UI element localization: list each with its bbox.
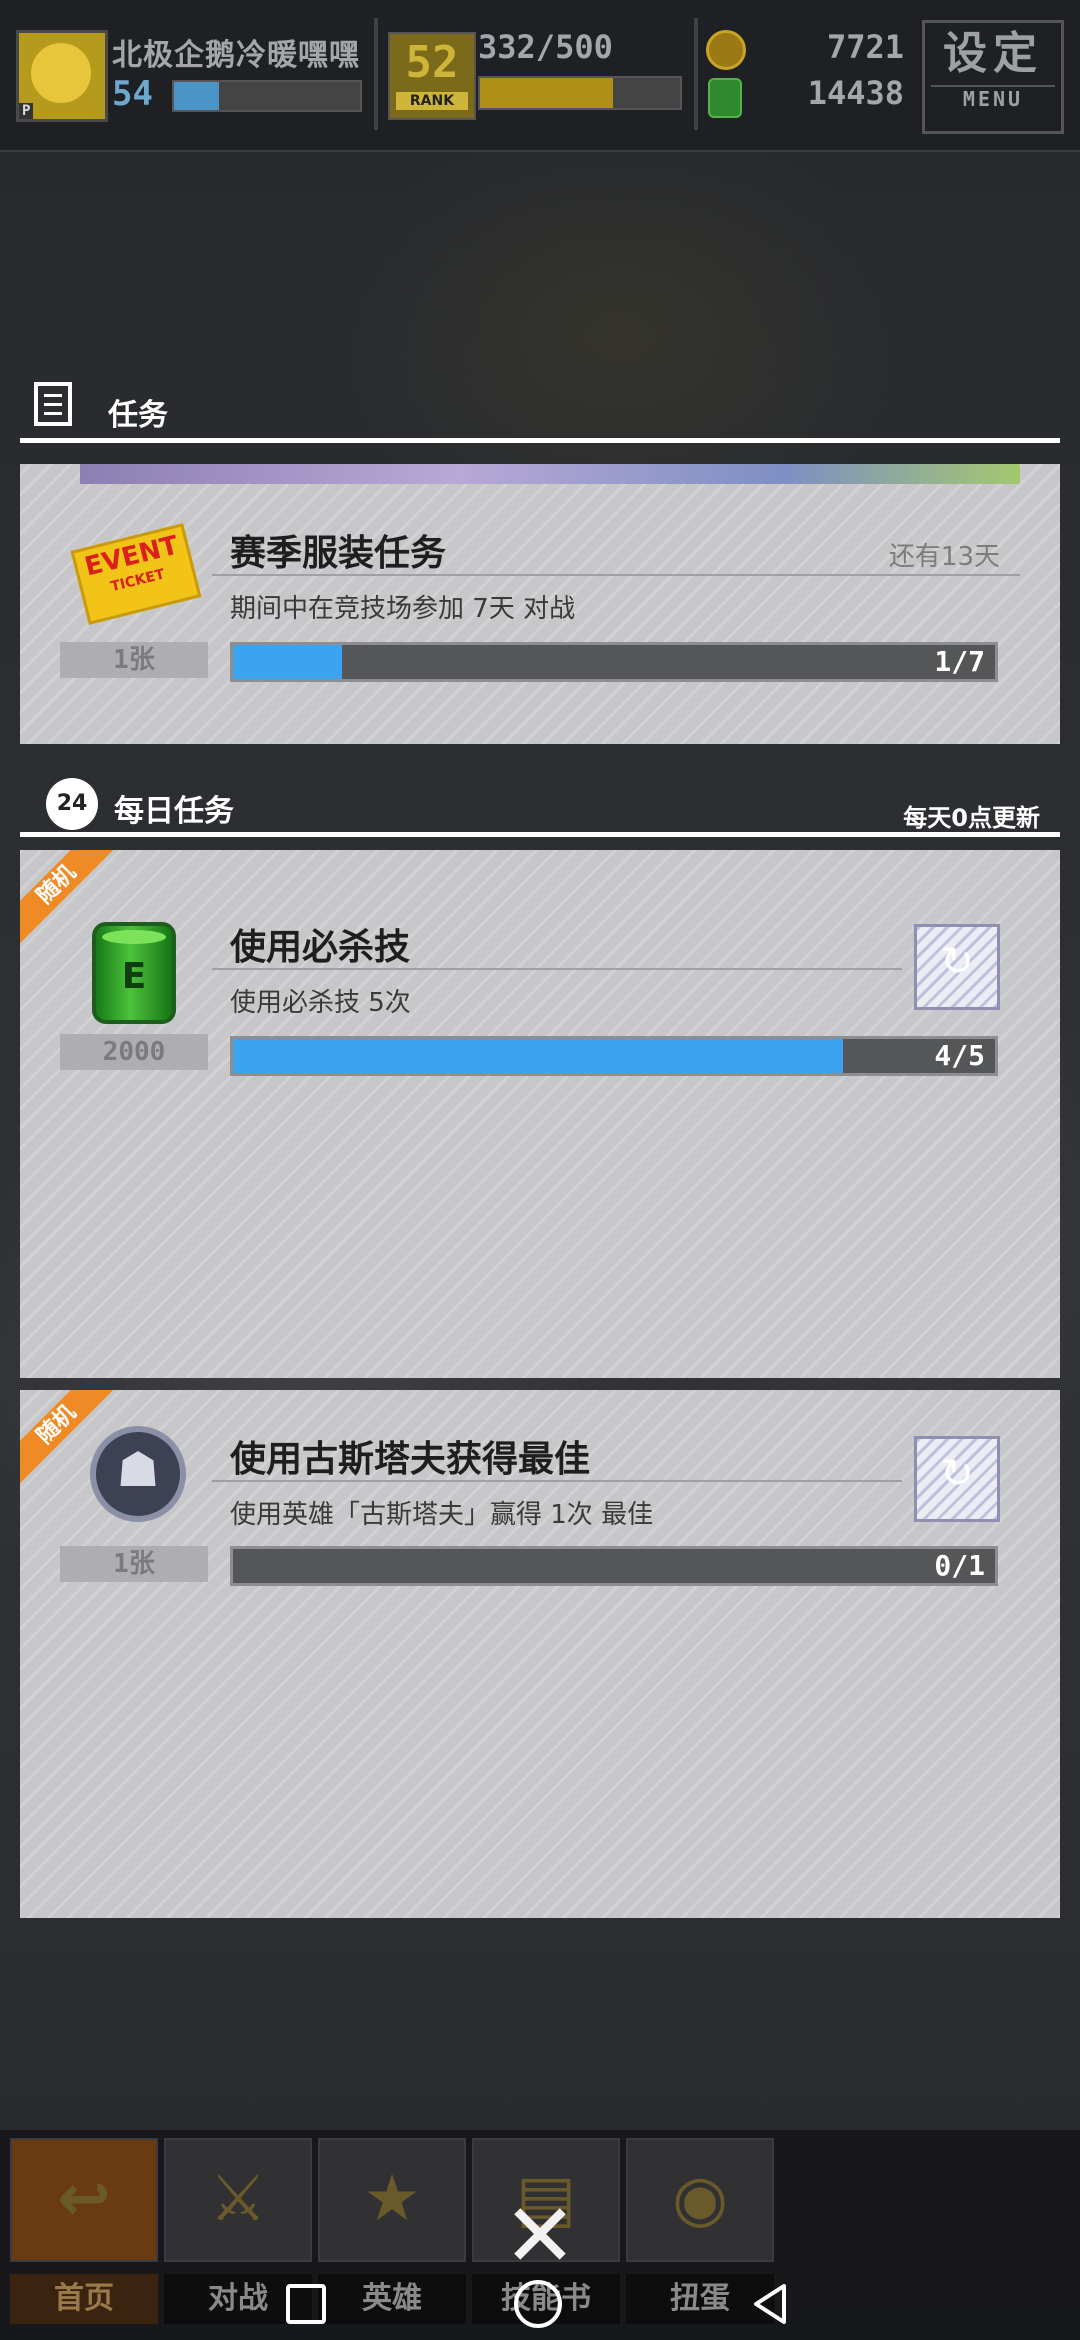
mission-progress-bar: 0/1 <box>230 1546 998 1586</box>
document-icon <box>34 382 72 426</box>
capsule-icon: ◉ <box>672 2162 728 2236</box>
rank-progress-fill <box>480 78 613 108</box>
rank-progress-bar <box>478 76 682 110</box>
header-underline <box>20 438 1060 443</box>
menu-main-label: 设定 <box>943 28 1043 79</box>
player-name: 北极企鹅冷暖嘿嘿 <box>112 38 360 73</box>
clock-24-icon: 24 <box>46 778 98 830</box>
battle-tab-art: ⚔ <box>164 2138 312 2262</box>
energy-drum-icon <box>92 922 176 1024</box>
hero-tab-art: ★ <box>318 2138 466 2262</box>
energy-count: 14438 <box>807 74 904 112</box>
refresh-mission-button[interactable] <box>914 924 1000 1010</box>
missions-title: 任务 <box>108 398 168 433</box>
progress-fill <box>233 1039 843 1073</box>
mission-description: 期间中在竞技场参加 7天 对战 <box>230 594 576 624</box>
home-tab-art: ↩ <box>10 2138 158 2262</box>
title-divider <box>212 1480 902 1482</box>
mission-title: 使用古斯塔夫获得最佳 <box>230 1439 591 1480</box>
missions-header: 任务 <box>20 382 1060 446</box>
header-underline <box>20 832 1060 837</box>
rank-badge: 52 RANK <box>388 32 476 120</box>
mission-title: 使用必杀技 <box>230 927 411 968</box>
mission-progress-bar: 1/7 <box>230 642 998 682</box>
refresh-mission-button[interactable] <box>914 1436 1000 1522</box>
mission-card-season[interactable]: EVENT TICKET 1张 赛季服装任务 还有13天 期间中在竞技场参加 7… <box>20 464 1060 744</box>
reward-quantity: 1张 <box>60 1546 208 1582</box>
gacha-tab-art: ◉ <box>626 2138 774 2262</box>
title-divider <box>212 968 902 970</box>
hud-divider <box>694 18 698 130</box>
event-ticket-icon: EVENT TICKET <box>70 523 202 625</box>
mission-progress-bar: 4/5 <box>230 1036 998 1076</box>
energy-can-icon <box>708 78 742 118</box>
settings-menu-button[interactable]: 设定 MENU <box>922 20 1064 134</box>
hero-icon: ★ <box>363 2162 421 2236</box>
avatar-face <box>31 43 91 103</box>
mission-remaining-time: 还有13天 <box>888 542 1000 572</box>
hud-divider <box>374 18 378 130</box>
system-navigation-bar <box>0 2260 1080 2340</box>
rank-exp: 332/500 <box>478 28 613 66</box>
progress-fill <box>233 645 342 679</box>
top-status-bar: P 北极企鹅冷暖嘿嘿 54 52 RANK 332/500 7721 14438… <box>0 0 1080 152</box>
coin-icon <box>706 30 746 70</box>
hero-emblem-icon <box>90 1426 186 1522</box>
daily-mission-card-ultimate[interactable]: 随机 2000 使用必杀技 使用必杀技 5次 4/5 <box>20 850 1060 1378</box>
mission-description: 使用必杀技 5次 <box>230 988 411 1018</box>
daily-missions-header: 24 每日任务 每天0点更新 <box>20 778 1060 842</box>
season-banner-strip <box>80 464 1020 484</box>
gamepad-icon: ⚔ <box>209 2162 267 2236</box>
mission-description: 使用英雄「古斯塔夫」赢得 1次 最佳 <box>230 1500 654 1530</box>
player-level: 54 <box>112 74 153 114</box>
progress-text: 1/7 <box>934 645 985 678</box>
title-divider <box>212 574 1020 576</box>
progress-text: 0/1 <box>934 1549 985 1582</box>
avatar-tag: P <box>19 103 34 119</box>
rank-number: 52 <box>405 37 459 88</box>
progress-text: 4/5 <box>934 1039 985 1072</box>
back-icon[interactable] <box>746 2280 794 2328</box>
home-icon[interactable] <box>514 2280 562 2328</box>
daily-missions-title: 每日任务 <box>114 794 234 829</box>
reward-quantity: 2000 <box>60 1034 208 1070</box>
refresh-note: 每天0点更新 <box>903 804 1040 832</box>
level-progress-bar <box>172 80 362 112</box>
coin-count: 7721 <box>826 28 904 66</box>
menu-sub-label: MENU <box>931 85 1055 111</box>
recent-apps-icon[interactable] <box>286 2284 326 2324</box>
daily-mission-card-gustav[interactable]: 随机 1张 使用古斯塔夫获得最佳 使用英雄「古斯塔夫」赢得 1次 最佳 0/1 <box>20 1390 1060 1918</box>
mission-title: 赛季服装任务 <box>230 533 447 574</box>
return-icon: ↩ <box>57 2162 111 2236</box>
player-avatar[interactable]: P <box>16 30 108 122</box>
level-progress-fill <box>174 82 219 110</box>
rank-label: RANK <box>396 92 468 110</box>
reward-quantity: 1张 <box>60 642 208 678</box>
